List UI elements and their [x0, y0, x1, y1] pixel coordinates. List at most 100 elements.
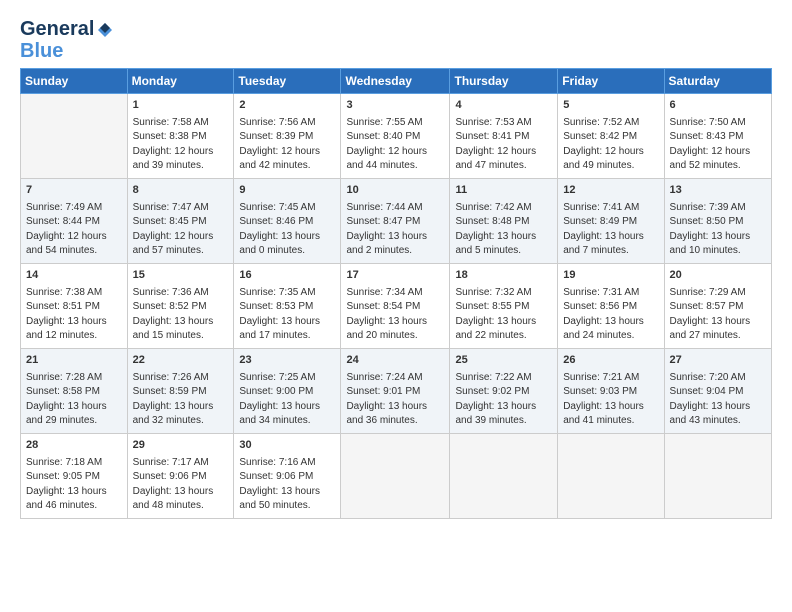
cell-info: Sunrise: 7:17 AM Sunset: 9:06 PM Dayligh… [133, 456, 229, 514]
calendar-week-2: 7Sunrise: 7:49 AM Sunset: 8:44 PM Daylig… [21, 178, 772, 263]
day-number: 18 [455, 268, 552, 284]
logo: General Blue [20, 18, 114, 62]
cell-info: Sunrise: 7:18 AM Sunset: 9:05 PM Dayligh… [26, 456, 122, 514]
day-number: 28 [26, 438, 122, 454]
col-header-sunday: Sunday [21, 69, 128, 94]
day-number: 1 [133, 98, 229, 114]
calendar-cell: 1 Sunrise: 7:58 AM Sunset: 8:38 PM Daylig… [127, 94, 234, 179]
calendar-cell: 22 Sunrise: 7:26 AM Sunset: 8:59 PM Dayli… [127, 348, 234, 433]
col-header-friday: Friday [558, 69, 664, 94]
calendar-cell: 28 Sunrise: 7:18 AM Sunset: 9:05 PM Dayli… [21, 433, 128, 518]
calendar-cell [450, 433, 558, 518]
calendar-table: SundayMondayTuesdayWednesdayThursdayFrid… [20, 68, 772, 519]
day-number: 2 [239, 98, 335, 114]
calendar-cell: 18 Sunrise: 7:32 AM Sunset: 8:55 PM Dayli… [450, 263, 558, 348]
day-number: 3 [346, 98, 444, 114]
day-number: 27 [670, 353, 766, 369]
cell-info: Sunrise: 7:38 AM Sunset: 8:51 PM Dayligh… [26, 286, 122, 344]
calendar-cell: 27 Sunrise: 7:20 AM Sunset: 9:04 PM Dayli… [664, 348, 771, 433]
calendar-cell: 6Sunrise: 7:50 AM Sunset: 8:43 PM Daylig… [664, 94, 771, 179]
cell-info: Sunrise: 7:55 AM Sunset: 8:40 PM Dayligh… [346, 116, 444, 174]
calendar-cell: 12 Sunrise: 7:41 AM Sunset: 8:49 PM Dayli… [558, 178, 664, 263]
calendar-week-1: 1 Sunrise: 7:58 AM Sunset: 8:38 PM Daylig… [21, 94, 772, 179]
day-number: 5 [563, 98, 658, 114]
day-number: 8 [133, 183, 229, 199]
calendar-cell: 4Sunrise: 7:53 AM Sunset: 8:41 PM Daylig… [450, 94, 558, 179]
day-number: 29 [133, 438, 229, 454]
cell-info: Sunrise: 7:45 AM Sunset: 8:46 PM Dayligh… [239, 201, 335, 259]
calendar-cell: 13 Sunrise: 7:39 AM Sunset: 8:50 PM Dayli… [664, 178, 771, 263]
col-header-saturday: Saturday [664, 69, 771, 94]
calendar-cell: 25 Sunrise: 7:22 AM Sunset: 9:02 PM Dayli… [450, 348, 558, 433]
cell-info: Sunrise: 7:52 AM Sunset: 8:42 PM Dayligh… [563, 116, 658, 174]
cell-info: Sunrise: 7:22 AM Sunset: 9:02 PM Dayligh… [455, 371, 552, 429]
day-number: 14 [26, 268, 122, 284]
calendar-cell: 30 Sunrise: 7:16 AM Sunset: 9:06 PM Dayli… [234, 433, 341, 518]
calendar-cell [21, 94, 128, 179]
header: General Blue [20, 18, 772, 62]
day-number: 13 [670, 183, 766, 199]
calendar-cell [558, 433, 664, 518]
day-number: 17 [346, 268, 444, 284]
calendar-cell: 29 Sunrise: 7:17 AM Sunset: 9:06 PM Dayli… [127, 433, 234, 518]
calendar-cell [664, 433, 771, 518]
calendar-cell: 19 Sunrise: 7:31 AM Sunset: 8:56 PM Dayli… [558, 263, 664, 348]
calendar-cell: 5 Sunrise: 7:52 AM Sunset: 8:42 PM Daylig… [558, 94, 664, 179]
logo-icon [96, 21, 114, 39]
calendar-cell: 16Sunrise: 7:35 AM Sunset: 8:53 PM Dayli… [234, 263, 341, 348]
cell-info: Sunrise: 7:49 AM Sunset: 8:44 PM Dayligh… [26, 201, 122, 259]
logo-text: General Blue [20, 18, 114, 62]
day-number: 30 [239, 438, 335, 454]
col-header-monday: Monday [127, 69, 234, 94]
day-number: 23 [239, 353, 335, 369]
col-header-wednesday: Wednesday [341, 69, 450, 94]
day-number: 26 [563, 353, 658, 369]
day-number: 24 [346, 353, 444, 369]
col-header-tuesday: Tuesday [234, 69, 341, 94]
cell-info: Sunrise: 7:41 AM Sunset: 8:49 PM Dayligh… [563, 201, 658, 259]
cell-info: Sunrise: 7:36 AM Sunset: 8:52 PM Dayligh… [133, 286, 229, 344]
day-number: 9 [239, 183, 335, 199]
day-number: 11 [455, 183, 552, 199]
day-number: 12 [563, 183, 658, 199]
calendar-cell: 3 Sunrise: 7:55 AM Sunset: 8:40 PM Daylig… [341, 94, 450, 179]
calendar-cell: 10 Sunrise: 7:44 AM Sunset: 8:47 PM Dayli… [341, 178, 450, 263]
day-number: 21 [26, 353, 122, 369]
calendar-cell: 2 Sunrise: 7:56 AM Sunset: 8:39 PM Daylig… [234, 94, 341, 179]
calendar-cell: 9 Sunrise: 7:45 AM Sunset: 8:46 PM Daylig… [234, 178, 341, 263]
calendar-cell: 21Sunrise: 7:28 AM Sunset: 8:58 PM Dayli… [21, 348, 128, 433]
calendar-cell: 14 Sunrise: 7:38 AM Sunset: 8:51 PM Dayli… [21, 263, 128, 348]
day-number: 22 [133, 353, 229, 369]
day-number: 15 [133, 268, 229, 284]
day-number: 20 [670, 268, 766, 284]
calendar-week-4: 21Sunrise: 7:28 AM Sunset: 8:58 PM Dayli… [21, 348, 772, 433]
calendar-cell: 24 Sunrise: 7:24 AM Sunset: 9:01 PM Dayli… [341, 348, 450, 433]
cell-info: Sunrise: 7:56 AM Sunset: 8:39 PM Dayligh… [239, 116, 335, 174]
cell-info: Sunrise: 7:32 AM Sunset: 8:55 PM Dayligh… [455, 286, 552, 344]
day-number: 16 [239, 268, 335, 284]
cell-info: Sunrise: 7:20 AM Sunset: 9:04 PM Dayligh… [670, 371, 766, 429]
cell-info: Sunrise: 7:29 AM Sunset: 8:57 PM Dayligh… [670, 286, 766, 344]
cell-info: Sunrise: 7:25 AM Sunset: 9:00 PM Dayligh… [239, 371, 335, 429]
cell-info: Sunrise: 7:53 AM Sunset: 8:41 PM Dayligh… [455, 116, 552, 174]
day-number: 25 [455, 353, 552, 369]
day-number: 6 [670, 98, 766, 114]
cell-info: Sunrise: 7:26 AM Sunset: 8:59 PM Dayligh… [133, 371, 229, 429]
cell-info: Sunrise: 7:31 AM Sunset: 8:56 PM Dayligh… [563, 286, 658, 344]
col-header-thursday: Thursday [450, 69, 558, 94]
calendar-week-3: 14 Sunrise: 7:38 AM Sunset: 8:51 PM Dayli… [21, 263, 772, 348]
cell-info: Sunrise: 7:39 AM Sunset: 8:50 PM Dayligh… [670, 201, 766, 259]
cell-info: Sunrise: 7:16 AM Sunset: 9:06 PM Dayligh… [239, 456, 335, 514]
calendar-cell [341, 433, 450, 518]
day-number: 10 [346, 183, 444, 199]
cell-info: Sunrise: 7:44 AM Sunset: 8:47 PM Dayligh… [346, 201, 444, 259]
calendar-cell: 17Sunrise: 7:34 AM Sunset: 8:54 PM Dayli… [341, 263, 450, 348]
cell-info: Sunrise: 7:21 AM Sunset: 9:03 PM Dayligh… [563, 371, 658, 429]
cell-info: Sunrise: 7:42 AM Sunset: 8:48 PM Dayligh… [455, 201, 552, 259]
cell-info: Sunrise: 7:47 AM Sunset: 8:45 PM Dayligh… [133, 201, 229, 259]
calendar-cell: 20 Sunrise: 7:29 AM Sunset: 8:57 PM Dayli… [664, 263, 771, 348]
calendar-cell: 15 Sunrise: 7:36 AM Sunset: 8:52 PM Dayli… [127, 263, 234, 348]
day-number: 19 [563, 268, 658, 284]
cell-info: Sunrise: 7:58 AM Sunset: 8:38 PM Dayligh… [133, 116, 229, 174]
cell-info: Sunrise: 7:24 AM Sunset: 9:01 PM Dayligh… [346, 371, 444, 429]
